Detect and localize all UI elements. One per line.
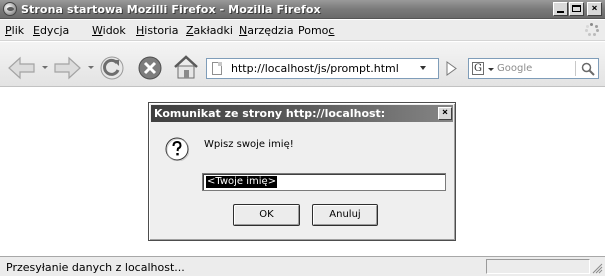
home-icon[interactable] bbox=[172, 54, 200, 81]
dialog-title-bar: Komunikat ze strony http://localhost: × bbox=[151, 105, 453, 122]
firefox-icon bbox=[3, 2, 17, 16]
page-icon bbox=[212, 62, 222, 75]
cancel-button[interactable]: Anuluj bbox=[312, 204, 378, 226]
menu-bar: Plik Edycja Widok Historia Zakładki Narz… bbox=[0, 20, 605, 41]
activity-throbber-icon bbox=[585, 23, 599, 37]
status-bar: Przesyłanie danych z localhost... bbox=[0, 256, 605, 276]
search-bar[interactable]: G Google bbox=[468, 58, 599, 79]
url-history-dropdown[interactable] bbox=[420, 66, 426, 70]
status-progress-panel bbox=[486, 259, 590, 274]
status-text: Przesyłanie danych z localhost... bbox=[6, 261, 185, 274]
prompt-dialog: Komunikat ze strony http://localhost: × … bbox=[148, 102, 456, 241]
minimize-button[interactable] bbox=[553, 2, 568, 16]
search-engine-dropdown[interactable] bbox=[488, 68, 494, 71]
reload-icon[interactable] bbox=[99, 55, 125, 81]
forward-arrow-icon[interactable] bbox=[52, 55, 82, 81]
menu-view[interactable]: Widok bbox=[92, 24, 126, 37]
menu-tools[interactable]: Narzędzia bbox=[239, 24, 294, 37]
search-separator bbox=[575, 61, 576, 76]
close-button[interactable]: × bbox=[587, 2, 602, 16]
dialog-title: Komunikat ze strony http://localhost: bbox=[154, 107, 386, 120]
dialog-close-button[interactable]: × bbox=[438, 107, 452, 120]
title-bar: Strona startowa Mozilli Firefox - Mozill… bbox=[0, 0, 605, 19]
forward-history-dropdown[interactable] bbox=[88, 66, 94, 69]
window-title: Strona startowa Mozilli Firefox - Mozill… bbox=[21, 3, 321, 16]
menu-edit[interactable]: Edycja bbox=[33, 24, 69, 37]
search-engine-icon[interactable]: G bbox=[472, 62, 484, 75]
go-arrow-icon[interactable] bbox=[443, 60, 459, 77]
ok-button[interactable]: OK bbox=[233, 204, 300, 226]
menu-bookmarks[interactable]: Zakładki bbox=[186, 24, 233, 37]
maximize-icon bbox=[572, 5, 581, 12]
menu-history[interactable]: Historia bbox=[136, 24, 178, 37]
dialog-message: Wpisz swoje imię! bbox=[204, 139, 294, 150]
question-icon bbox=[165, 137, 189, 161]
back-history-dropdown[interactable] bbox=[42, 66, 48, 69]
menu-help[interactable]: Pomoc bbox=[298, 24, 334, 37]
search-icon[interactable] bbox=[581, 62, 595, 76]
minimize-icon bbox=[557, 11, 564, 13]
maximize-button[interactable] bbox=[569, 2, 584, 16]
stop-icon[interactable] bbox=[137, 55, 163, 81]
menu-file[interactable]: Plik bbox=[5, 24, 24, 37]
resize-grip-icon[interactable] bbox=[592, 263, 603, 274]
back-arrow-icon[interactable] bbox=[7, 55, 37, 81]
url-text[interactable]: http://localhost/js/prompt.html bbox=[231, 62, 399, 75]
search-input[interactable]: Google bbox=[497, 63, 532, 74]
url-bar[interactable]: http://localhost/js/prompt.html bbox=[206, 58, 439, 79]
name-input[interactable]: <Twoje imię> bbox=[202, 173, 446, 191]
name-input-value[interactable]: <Twoje imię> bbox=[206, 176, 278, 188]
